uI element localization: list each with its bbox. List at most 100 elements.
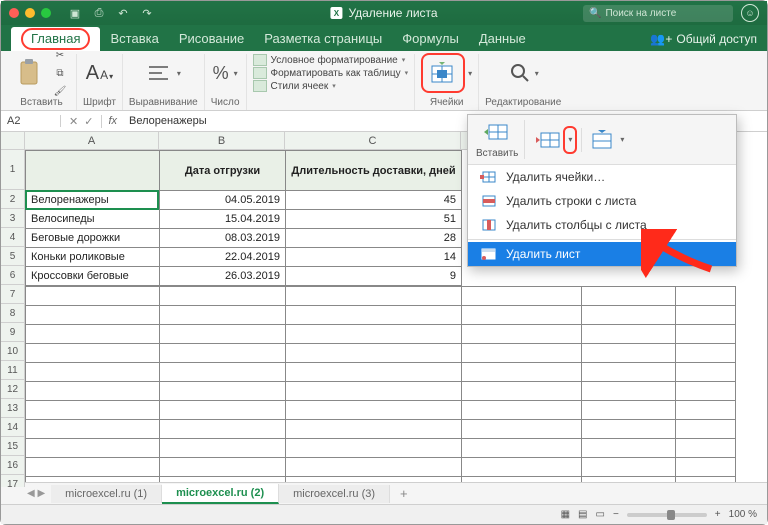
empty-cell[interactable]: [160, 401, 286, 420]
sheet-nav[interactable]: ◀ ▶: [21, 488, 51, 499]
tab-insert[interactable]: Вставка: [100, 27, 168, 51]
column-header[interactable]: C: [285, 132, 461, 150]
menu-delete-sheet[interactable]: Удалить лист: [468, 242, 736, 266]
empty-cell[interactable]: [676, 382, 736, 401]
empty-cell[interactable]: [160, 420, 286, 439]
menu-delete-cells[interactable]: Удалить ячейки…: [468, 165, 736, 189]
empty-cell[interactable]: [582, 458, 676, 477]
empty-cell[interactable]: [26, 306, 160, 325]
empty-cell[interactable]: [676, 325, 736, 344]
empty-cell[interactable]: [160, 344, 286, 363]
table-cell[interactable]: 28: [286, 229, 462, 248]
empty-cell[interactable]: [582, 363, 676, 382]
menu-delete-rows[interactable]: Удалить строки с листа: [468, 189, 736, 213]
empty-cell[interactable]: [582, 325, 676, 344]
empty-cell[interactable]: [462, 420, 582, 439]
table-cell[interactable]: Кроссовки беговые: [26, 267, 160, 286]
empty-cell[interactable]: [160, 439, 286, 458]
empty-cell[interactable]: [462, 382, 582, 401]
row-header[interactable]: 17: [1, 475, 25, 487]
name-box[interactable]: A2: [1, 115, 61, 127]
sheet-tab-3[interactable]: microexcel.ru (3): [279, 485, 390, 503]
row-header[interactable]: 2: [1, 190, 25, 209]
table-cell[interactable]: 45: [286, 191, 462, 210]
sheet-tab-2[interactable]: microexcel.ru (2): [162, 484, 279, 504]
empty-cell[interactable]: [286, 287, 462, 306]
empty-cell[interactable]: [676, 458, 736, 477]
header-b[interactable]: Дата отгрузки: [160, 151, 286, 191]
minimize-window-icon[interactable]: [25, 8, 35, 18]
cell-styles-button[interactable]: Стили ячеек▾: [253, 80, 409, 92]
empty-cell[interactable]: [26, 439, 160, 458]
conditional-formatting-button[interactable]: Условное форматирование▾: [253, 54, 409, 66]
table-cell[interactable]: 04.05.2019: [160, 191, 286, 210]
select-all-corner[interactable]: [1, 132, 25, 150]
cells-button[interactable]: [426, 56, 460, 90]
save-icon[interactable]: ▣: [65, 4, 85, 22]
row-header[interactable]: 3: [1, 209, 25, 228]
row-header[interactable]: 15: [1, 437, 25, 456]
search-input[interactable]: 🔍 Поиск на листе: [583, 5, 733, 22]
table-cell[interactable]: Беговые дорожки: [26, 229, 160, 248]
maximize-window-icon[interactable]: [41, 8, 51, 18]
empty-cell[interactable]: [160, 287, 286, 306]
empty-cell[interactable]: [676, 401, 736, 420]
tab-draw[interactable]: Рисование: [169, 27, 254, 51]
empty-cell[interactable]: [582, 344, 676, 363]
insert-cells-button[interactable]: Вставить: [476, 120, 525, 159]
empty-cell[interactable]: [286, 325, 462, 344]
table-cell[interactable]: 08.03.2019: [160, 229, 286, 248]
user-account-icon[interactable]: ☺: [741, 4, 759, 22]
menu-delete-cols[interactable]: Удалить столбцы с листа: [468, 213, 736, 237]
row-header[interactable]: 10: [1, 342, 25, 361]
empty-cell[interactable]: [676, 439, 736, 458]
row-header[interactable]: 7: [1, 285, 25, 304]
row-header[interactable]: 4: [1, 228, 25, 247]
confirm-formula-icon[interactable]: ✓: [84, 115, 93, 128]
empty-cell[interactable]: [676, 287, 736, 306]
empty-cells[interactable]: [25, 286, 736, 487]
table-cell[interactable]: 26.03.2019: [160, 267, 286, 286]
empty-cell[interactable]: [582, 306, 676, 325]
delete-split-arrow[interactable]: ▾: [565, 128, 575, 152]
row-header[interactable]: 11: [1, 361, 25, 380]
align-icon[interactable]: [146, 62, 174, 84]
row-header[interactable]: 1: [1, 150, 25, 190]
print-icon[interactable]: ⎙: [89, 4, 109, 22]
empty-cell[interactable]: [160, 458, 286, 477]
empty-cell[interactable]: [582, 287, 676, 306]
header-a[interactable]: [26, 151, 160, 191]
column-header[interactable]: A: [25, 132, 159, 150]
empty-cell[interactable]: [286, 420, 462, 439]
fx-label[interactable]: fx: [102, 115, 123, 127]
view-layout-icon[interactable]: ▤: [578, 509, 587, 520]
redo-icon[interactable]: ↷: [137, 4, 157, 22]
row-header[interactable]: 9: [1, 323, 25, 342]
row-header[interactable]: 16: [1, 456, 25, 475]
empty-cell[interactable]: [26, 344, 160, 363]
column-header[interactable]: B: [159, 132, 285, 150]
tab-formulas[interactable]: Формулы: [392, 27, 469, 51]
empty-cell[interactable]: [286, 439, 462, 458]
find-icon[interactable]: [508, 61, 532, 85]
empty-cell[interactable]: [462, 344, 582, 363]
table-cell[interactable]: 14: [286, 248, 462, 267]
tab-layout[interactable]: Разметка страницы: [254, 27, 392, 51]
empty-cell[interactable]: [462, 287, 582, 306]
empty-cell[interactable]: [286, 344, 462, 363]
table-cell[interactable]: 51: [286, 210, 462, 229]
empty-cell[interactable]: [286, 382, 462, 401]
empty-cell[interactable]: [160, 382, 286, 401]
empty-cell[interactable]: [26, 420, 160, 439]
empty-cell[interactable]: [26, 325, 160, 344]
empty-cell[interactable]: [286, 363, 462, 382]
add-sheet-button[interactable]: +: [390, 483, 418, 504]
empty-cell[interactable]: [676, 306, 736, 325]
table-cell[interactable]: 9: [286, 267, 462, 286]
empty-cell[interactable]: [26, 401, 160, 420]
view-break-icon[interactable]: ▭: [596, 509, 605, 520]
empty-cell[interactable]: [582, 401, 676, 420]
header-c[interactable]: Длительность доставки, дней: [286, 151, 462, 191]
table-cell[interactable]: Велосипеды: [26, 210, 160, 229]
sheet-tab-1[interactable]: microexcel.ru (1): [51, 485, 162, 503]
